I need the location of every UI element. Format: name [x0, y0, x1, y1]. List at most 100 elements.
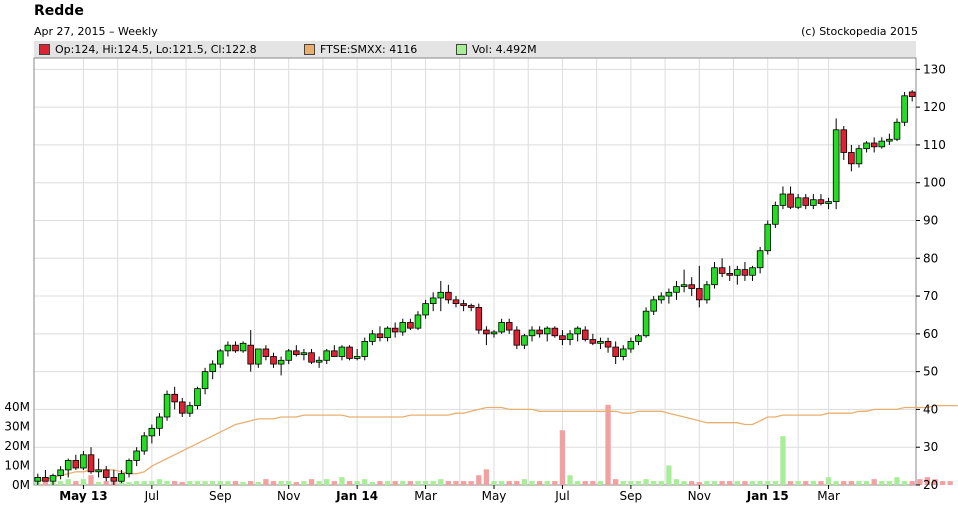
candle-body: [825, 201, 832, 204]
volume-bar: [810, 481, 817, 485]
candle-body: [581, 329, 589, 340]
candle-body: [619, 348, 627, 357]
volume-bar: [917, 479, 923, 485]
candle-body: [224, 344, 232, 352]
candle-body: [612, 346, 619, 357]
volume-bar: [787, 481, 794, 485]
volume-bar: [841, 481, 847, 485]
volume-bar: [392, 481, 398, 485]
volume-bar: [567, 475, 573, 485]
candle-body: [802, 197, 810, 206]
candle-body: [315, 359, 323, 363]
candle-body: [414, 314, 422, 329]
volume-bar: [407, 481, 414, 485]
candle-body: [543, 327, 551, 335]
volume-bar: [498, 481, 505, 485]
volume-bar: [635, 481, 642, 485]
date-tick-label: Nov: [277, 489, 300, 503]
candle-body: [270, 356, 277, 365]
candle-body: [559, 335, 566, 340]
volume-bar: [80, 479, 87, 485]
volume-bar: [270, 481, 277, 485]
candle-body: [346, 346, 353, 359]
date-tick-label: Mar: [414, 489, 437, 503]
date-tick-label: Sep: [209, 489, 232, 503]
index-line: [37, 404, 958, 482]
candle-body: [665, 291, 673, 297]
volume-bar: [126, 482, 132, 485]
volume-bar: [559, 430, 566, 485]
date-tick-label: Jan 14: [335, 489, 378, 503]
volume-bar: [445, 481, 452, 485]
price-tick-label: 120: [923, 100, 946, 114]
price-axis: 20 30 40 50 60 70 80 90 100 110 120 130: [916, 62, 946, 492]
candle-body: [80, 454, 87, 469]
candle-body: [597, 341, 604, 344]
volume-bar: [164, 481, 170, 485]
price-tick-label: 90: [923, 213, 938, 227]
candle-body: [772, 204, 779, 225]
volume-bar: [704, 481, 710, 485]
candle-body: [429, 297, 437, 305]
candle-body: [445, 291, 452, 301]
volume-bar: [331, 481, 337, 485]
volume-bar: [141, 481, 147, 485]
candle-body: [680, 284, 688, 288]
volume-bar: [544, 481, 550, 485]
volume-bar: [384, 481, 391, 485]
candle-body: [893, 121, 901, 140]
volume-bar: [65, 479, 71, 485]
candle-body: [870, 142, 878, 148]
index-series-line: [37, 404, 958, 482]
candle-body: [794, 197, 802, 208]
volume-bar: [620, 481, 626, 485]
candle-body: [604, 341, 612, 348]
volume-bar: [248, 481, 254, 485]
volume-bar: [339, 477, 345, 485]
volume-bar: [187, 481, 193, 485]
price-tick-label: 50: [923, 365, 938, 379]
volume-bar: [179, 482, 185, 485]
volume-bar: [696, 482, 702, 485]
volume-bar: [400, 481, 406, 485]
candle-body: [239, 342, 247, 352]
candle-body: [194, 388, 201, 407]
candle-body: [696, 288, 703, 301]
candle-body: [650, 299, 657, 312]
candle-body: [779, 193, 787, 206]
volume-bar: [514, 481, 520, 485]
candle-body: [308, 352, 315, 363]
volume-bar: [255, 482, 261, 485]
candle-body: [627, 341, 635, 350]
date-axis: May 13 Jul Sep Nov Jan 14 Mar May Jul Sep Nov Jan …: [59, 485, 840, 503]
volume-bar: [681, 481, 687, 485]
volume-bar: [582, 481, 588, 485]
candle-body: [787, 193, 794, 208]
volume-bar: [476, 475, 482, 485]
candlesticks: [34, 90, 916, 485]
date-tick-label: Jul: [144, 489, 159, 503]
candle-body: [521, 335, 528, 346]
volume-tick-label: 30M: [4, 419, 30, 433]
volume-bar: [673, 479, 680, 485]
volume-bar: [529, 481, 535, 485]
volume-bar: [894, 477, 900, 485]
volume-bar: [453, 481, 459, 485]
volume-bar: [95, 482, 102, 485]
volume-bar: [293, 482, 299, 485]
volume-bar: [57, 481, 64, 485]
candle-body: [711, 267, 718, 286]
candle-body: [163, 393, 171, 418]
candle-body: [384, 327, 391, 339]
volume-bar: [156, 479, 163, 485]
volume-bar: [468, 481, 474, 485]
volume-bar: [225, 481, 231, 485]
candle-body: [293, 350, 300, 356]
candle-body: [657, 295, 665, 301]
price-tick-label: 20: [923, 478, 938, 492]
candle-body: [726, 272, 734, 276]
candle-body: [72, 460, 80, 469]
volume-bar: [939, 481, 946, 485]
candle-body: [64, 460, 72, 471]
candle-body: [49, 475, 57, 482]
